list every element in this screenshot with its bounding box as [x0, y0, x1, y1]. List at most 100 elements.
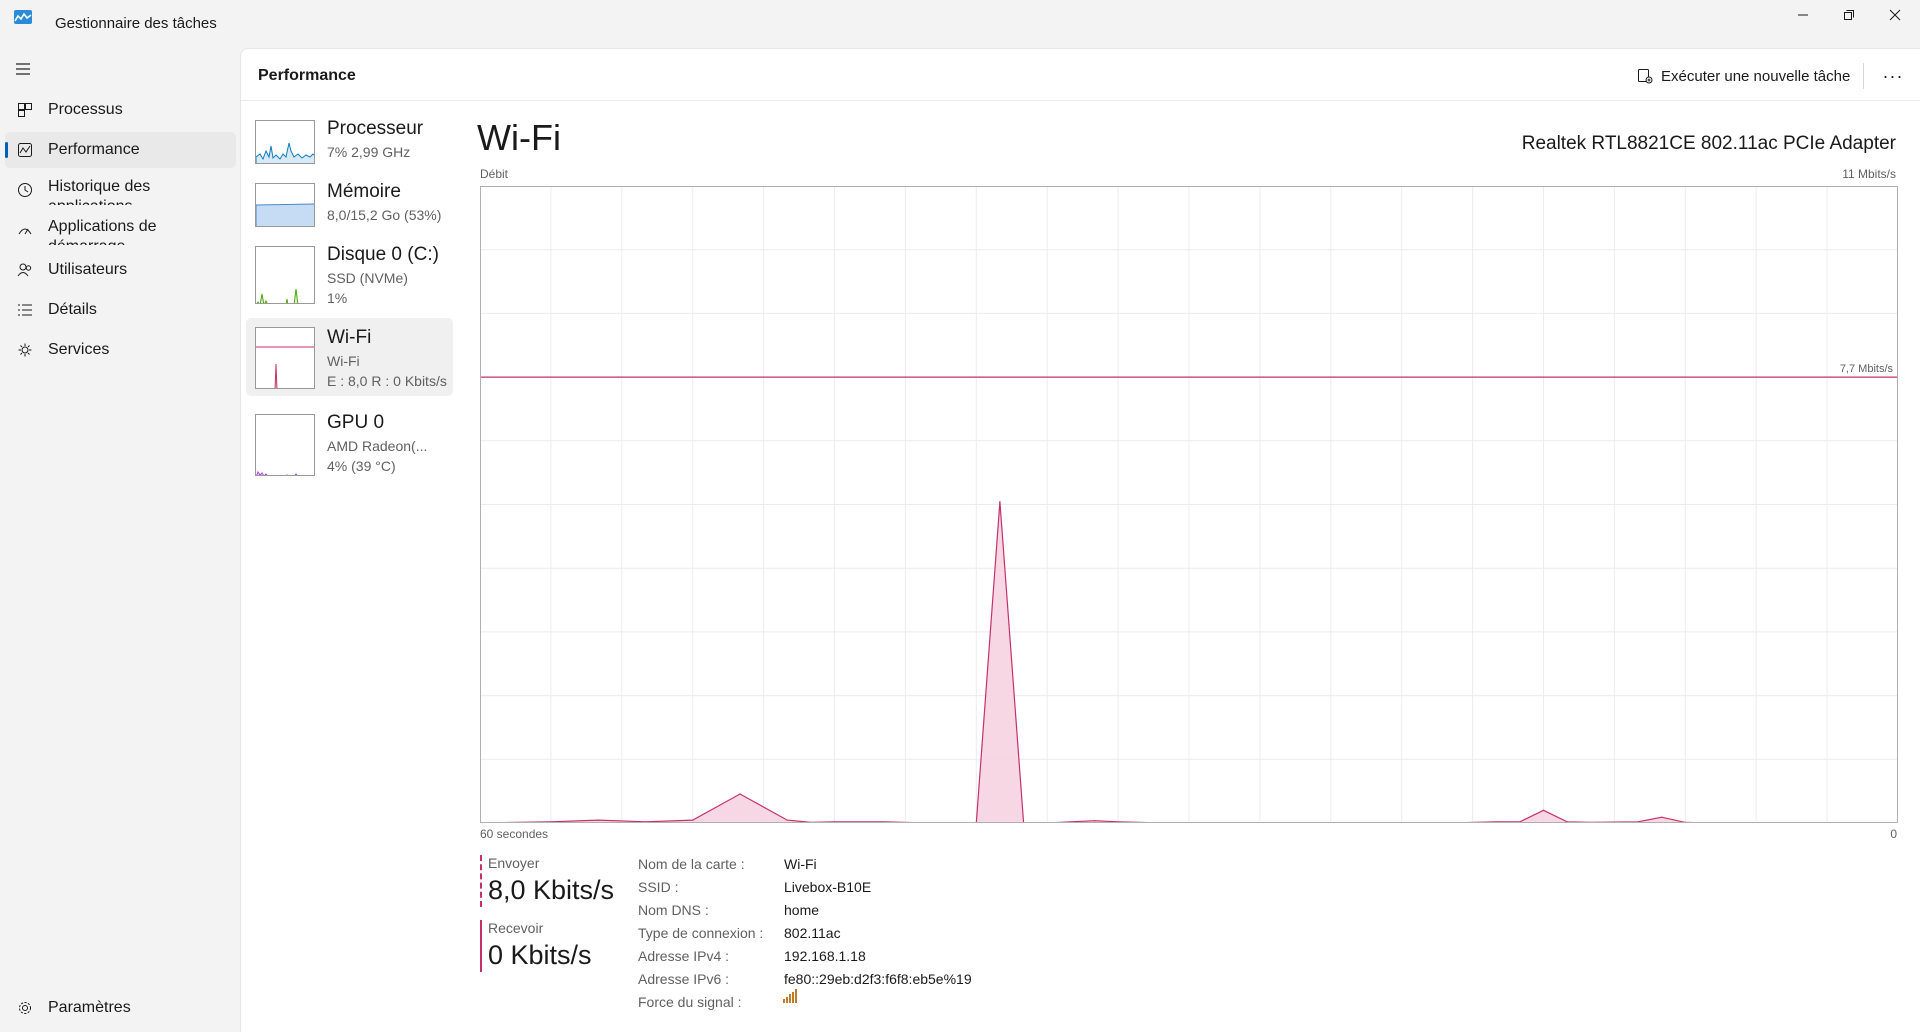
- resource-name: Mémoire: [327, 181, 401, 202]
- prop-dns-key: Nom DNS :: [638, 902, 709, 918]
- throughput-point: [739, 793, 741, 795]
- command-bar: Performance Exécuter une nouvelle tâche …: [241, 49, 1920, 101]
- startup-icon: [18, 228, 32, 235]
- receive-value: 0 Kbits/s: [488, 940, 592, 970]
- settings-label: Paramètres: [48, 999, 131, 1016]
- prop-ipv6-key: Adresse IPv6 :: [638, 971, 730, 987]
- restore-icon: [1844, 10, 1854, 20]
- prop-signal-key: Force du signal :: [638, 994, 742, 1010]
- resource-name: Processeur: [327, 118, 424, 139]
- nav-item-services[interactable]: Services: [5, 332, 236, 368]
- resource-detail: SSD (NVMe): [327, 270, 408, 286]
- prop-adapter-name-key: Nom de la carte :: [638, 856, 745, 872]
- graph-label: Débit: [480, 167, 509, 181]
- prop-ssid-value: Livebox-B10E: [784, 879, 872, 895]
- disk-thumbnail-graph: [255, 246, 315, 304]
- throughput-point: [1093, 820, 1096, 822]
- history-icon: [18, 183, 32, 197]
- prop-connection-type-value: 802.11ac: [784, 925, 841, 941]
- nav-item-label: Performance: [48, 141, 140, 158]
- performance-icon: [18, 143, 32, 157]
- nav-item-performance[interactable]: Performance: [5, 132, 236, 168]
- resource-name: GPU 0: [327, 412, 385, 433]
- minimize-button[interactable]: [1780, 0, 1826, 30]
- navigation-pane: Processus Performance Historique des app…: [0, 48, 240, 1032]
- run-new-task-button[interactable]: Exécuter une nouvelle tâche: [1637, 63, 1850, 89]
- divider: [1863, 63, 1864, 89]
- send-indicator: [480, 855, 482, 907]
- cpu-thumbnail-graph: [255, 120, 315, 164]
- nav-item-label: Processus: [48, 101, 123, 118]
- adapter-name: Realtek RTL8821CE 802.11ac PCIe Adapter: [1521, 133, 1896, 154]
- nav-item-startup-apps[interactable]: Applications de démarrage: [5, 212, 236, 248]
- restore-button[interactable]: [1826, 0, 1872, 30]
- graph-time-label: 60 secondes: [480, 827, 549, 841]
- prop-ipv4-value: 192.168.1.18: [784, 948, 866, 964]
- throughput-point: [1661, 816, 1663, 818]
- resource-gpu[interactable]: GPU 0 AMD Radeon(... 4% (39 °C): [246, 403, 453, 481]
- services-icon: [18, 343, 32, 357]
- more-options-button[interactable]: ···: [1878, 63, 1908, 89]
- gpu-thumbnail-graph: [255, 414, 315, 476]
- graph-zero-label: 0: [1890, 827, 1897, 841]
- prop-connection-type-key: Type de connexion :: [638, 925, 764, 941]
- prop-adapter-name-value: Wi-Fi: [784, 856, 817, 872]
- send-value: 8,0 Kbits/s: [488, 875, 615, 905]
- hamburger-menu-icon[interactable]: [14, 61, 32, 77]
- processes-icon: [18, 103, 32, 117]
- nav-item-label: Historique des applications: [48, 178, 151, 205]
- throughput-point: [692, 819, 694, 821]
- resource-name: Wi-Fi: [327, 327, 372, 348]
- graph-max-label: 11 Mbits/s: [1842, 167, 1896, 181]
- main-content: Performance Exécuter une nouvelle tâche …: [240, 48, 1920, 1032]
- users-icon: [17, 263, 32, 277]
- graph-grid: [480, 186, 1898, 823]
- resource-usage: 1%: [327, 290, 348, 306]
- close-icon: [1889, 9, 1901, 21]
- details-icon: [18, 304, 32, 316]
- scale-line-label: 7,7 Mbits/s: [1840, 363, 1894, 375]
- minimize-icon: [1798, 14, 1808, 16]
- prop-ipv4-key: Adresse IPv4 :: [638, 948, 730, 964]
- receive-indicator: [480, 920, 482, 972]
- close-button[interactable]: [1872, 0, 1918, 30]
- memory-thumbnail-graph: [255, 183, 315, 227]
- resource-name: Disque 0 (C:): [327, 244, 439, 265]
- run-new-task-label: Exécuter une nouvelle tâche: [1661, 67, 1851, 85]
- nav-item-label: Applications de démarrage: [48, 218, 157, 245]
- throughput-graph: 7,7 Mbits/s: [480, 186, 1898, 823]
- page-title: Performance: [258, 67, 356, 84]
- nav-item-app-history[interactable]: Historique des applications: [5, 172, 236, 208]
- nav-item-users[interactable]: Utilisateurs: [5, 252, 236, 288]
- resource-detail: AMD Radeon(...: [327, 438, 428, 454]
- throughput-point: [597, 819, 599, 821]
- window-title: Gestionnaire des tâches: [55, 15, 217, 32]
- prop-ipv6-value: fe80::29eb:d2f3:f6f8:eb5e%19: [784, 971, 972, 987]
- send-label: Envoyer: [488, 855, 540, 871]
- resource-detail: 7% 2,99 GHz: [327, 144, 411, 160]
- prop-ssid-key: SSID :: [638, 879, 679, 895]
- nav-item-details[interactable]: Détails: [5, 292, 236, 328]
- title-bar: Gestionnaire des tâches: [0, 0, 1920, 48]
- receive-label: Recevoir: [488, 920, 544, 936]
- resource-title: Wi-Fi: [477, 117, 561, 158]
- signal-strength-icon: [783, 989, 797, 1003]
- gear-icon: [19, 1002, 31, 1014]
- nav-item-label: Utilisateurs: [48, 261, 128, 278]
- wifi-thumbnail-graph: [255, 327, 315, 389]
- resource-detail: Wi-Fi: [327, 353, 360, 369]
- nav-item-processes[interactable]: Processus: [5, 92, 236, 128]
- nav-item-settings[interactable]: Paramètres: [5, 990, 236, 1026]
- active-indicator: [5, 142, 8, 158]
- resource-usage: E : 8,0 R : 0 Kbits/s: [327, 373, 447, 389]
- throughput-point: [1542, 809, 1545, 811]
- throughput-point: [999, 501, 1001, 503]
- resource-disk[interactable]: Disque 0 (C:) SSD (NVMe) 1%: [246, 235, 453, 313]
- new-task-icon: [1638, 69, 1653, 84]
- resource-detail: 8,0/15,2 Go (53%): [327, 207, 442, 223]
- task-manager-app-icon: [14, 10, 32, 24]
- nav-item-label: Services: [48, 341, 110, 358]
- throughput-point: [786, 819, 788, 821]
- resource-wifi[interactable]: Wi-Fi Wi-Fi E : 8,0 R : 0 Kbits/s: [246, 318, 453, 396]
- prop-dns-value: home: [784, 902, 820, 918]
